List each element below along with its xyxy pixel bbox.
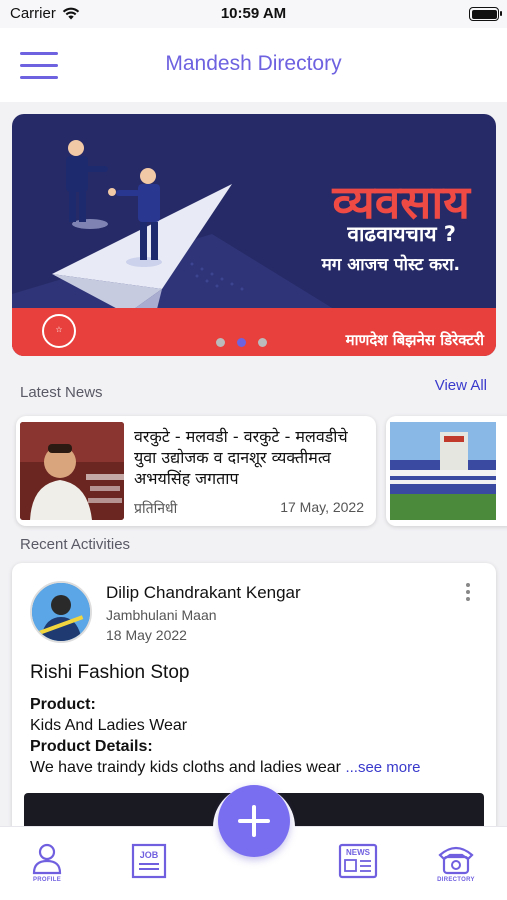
post-body: Product: Kids And Ladies Wear Product De… xyxy=(30,694,490,778)
nav-news[interactable]: NEWS xyxy=(338,843,378,879)
banner-footer: माणदेश बिझनेस डिरेक्टरी xyxy=(345,331,484,349)
view-all-link[interactable]: View All xyxy=(435,377,487,394)
news-author: प्रतिनिधी xyxy=(134,501,178,517)
product-label: Product: xyxy=(30,696,96,713)
news-card[interactable]: वरकुटे - मलवडी - वरकुटे - मलवडीचे युवा उ… xyxy=(16,416,376,526)
carousel-dots[interactable] xyxy=(216,338,267,347)
carousel-dot[interactable] xyxy=(258,338,267,347)
clock: 10:59 AM xyxy=(220,5,287,22)
nav-job-label: JOB xyxy=(140,850,159,860)
profile-icon xyxy=(32,843,62,875)
post-title: Rishi Fashion Stop xyxy=(30,662,190,683)
job-icon: JOB xyxy=(131,843,167,879)
battery-icon xyxy=(469,7,502,21)
post-user-name[interactable]: Dilip Chandrakant Kengar xyxy=(106,583,301,603)
carousel-dot[interactable] xyxy=(216,338,225,347)
add-post-button[interactable] xyxy=(218,785,290,857)
nav-profile-label: PROFILE xyxy=(32,877,62,883)
post-location: Jambhulani Maan xyxy=(106,607,217,623)
news-thumbnail xyxy=(390,422,496,520)
nav-directory[interactable]: DIRECTORY xyxy=(436,843,476,883)
more-options-icon[interactable] xyxy=(466,583,472,603)
post-date: 18 May 2022 xyxy=(106,627,187,643)
nav-news-label: NEWS xyxy=(346,848,371,857)
product-details-line: We have traindy kids cloths and ladies w… xyxy=(30,757,490,778)
news-thumbnail xyxy=(20,422,124,520)
app-bar: Mandesh Directory xyxy=(0,28,507,102)
nav-job[interactable]: JOB xyxy=(131,843,167,879)
avatar[interactable] xyxy=(30,581,92,643)
carousel-dot-active[interactable] xyxy=(237,338,246,347)
news-headline: वरकुटे - मलवडी - वरकुटे - मलवडीचे युवा उ… xyxy=(134,427,348,488)
banner-tagline: मग आजच पोस्ट करा. xyxy=(321,255,460,275)
promo-banner[interactable]: ☆ व्यवसाय वाढवायचाय ? मग आजच पोस्ट करा. … xyxy=(12,114,496,356)
brand-logo: ☆ xyxy=(42,314,76,348)
banner-subheadline: वाढवायचाय ? xyxy=(347,222,456,246)
news-icon: NEWS xyxy=(338,843,378,879)
latest-news-heading: Latest News xyxy=(20,384,103,401)
see-more-link[interactable]: ...see more xyxy=(345,759,420,776)
news-card[interactable] xyxy=(386,416,507,526)
product-details-value: We have traindy kids cloths and ladies w… xyxy=(30,759,341,776)
product-details-label: Product Details: xyxy=(30,738,153,755)
app-title: Mandesh Directory xyxy=(165,52,342,75)
status-bar: Carrier 10:59 AM xyxy=(0,0,507,28)
nav-profile[interactable]: PROFILE xyxy=(32,843,62,883)
nav-directory-label: DIRECTORY xyxy=(437,877,475,883)
recent-activities-heading: Recent Activities xyxy=(20,536,131,553)
product-value: Kids And Ladies Wear xyxy=(30,717,188,734)
news-date: 17 May, 2022 xyxy=(280,499,364,515)
directory-icon xyxy=(438,846,474,875)
